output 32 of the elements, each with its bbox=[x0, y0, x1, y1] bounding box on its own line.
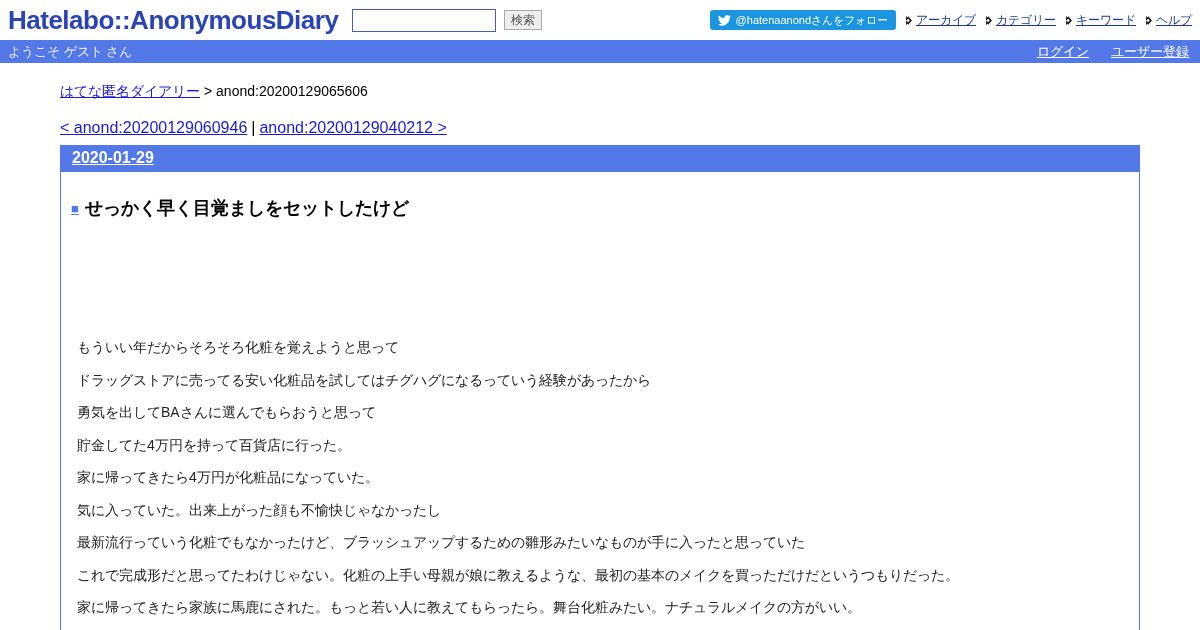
search-field[interactable] bbox=[352, 8, 497, 32]
account-link[interactable]: ユーザー登録 bbox=[1111, 42, 1189, 61]
breadcrumb-current: > anond:20200129065606 bbox=[204, 83, 368, 101]
date-link[interactable]: 2020-01-29 bbox=[72, 149, 154, 166]
chevron-icon bbox=[986, 15, 992, 25]
nav-link[interactable]: カテゴリー bbox=[996, 11, 1056, 29]
site-logo[interactable]: Hatelabo::AnonymousDiary bbox=[8, 4, 339, 36]
entry-paragraph: 勇気を出してBAさんに選んでもらおうと思って bbox=[77, 403, 377, 422]
entry-paragraph: 貯金してた4万円を持って百貨店に行った。 bbox=[77, 435, 352, 454]
chevron-icon bbox=[906, 15, 912, 25]
nav-link[interactable]: アーカイブ bbox=[916, 11, 976, 29]
entry-paragraph: もういい年だからそろそろ化粧を覚えようと思って bbox=[77, 338, 400, 357]
entry-paragraph: 最新流行っていう化粧でもなかったけど、ブラッシュアップするための雛形みたいなものが手に入ったと思っていた bbox=[77, 533, 806, 552]
account-link[interactable]: ログイン bbox=[1037, 42, 1089, 61]
breadcrumb-link[interactable]: はてな匿名ダイアリー bbox=[60, 83, 200, 101]
entry-paragraph: 家に帰ってきたら家族に馬鹿にされた。もっと若い人に教えてもらったら。舞台化粧みたい。ナチュラルメイクの方がいい。 bbox=[77, 598, 862, 617]
next-entry-link[interactable]: anond:20200129040212 > bbox=[259, 119, 447, 137]
entry-paragraph: ドラッグストアに売ってる安い化粧品を試してはチグハグになるっていう経験があったから bbox=[77, 370, 652, 389]
welcome-text: ようこそ ゲスト さん bbox=[8, 42, 133, 61]
pager-separator: | bbox=[251, 119, 256, 137]
nav-link[interactable]: キーワード bbox=[1076, 11, 1136, 29]
chevron-icon bbox=[1146, 15, 1152, 25]
entry-paragraph: 家に帰ってきたら4万円が化粧品になっていた。 bbox=[77, 468, 380, 487]
entry-title: せっかく早く目覚ましをセットしたけど bbox=[84, 197, 409, 220]
bird-icon bbox=[717, 14, 731, 26]
entry-paragraph: 気に入っていた。出来上がった顔も不愉快じゃなかったし bbox=[77, 500, 442, 519]
search-button[interactable]: 検索 bbox=[504, 10, 543, 30]
previous-entry-link[interactable]: < anond:20200129060946 bbox=[60, 119, 248, 137]
entry-permalink[interactable]: ■ bbox=[71, 200, 79, 216]
entry-paragraph: これで完成形だと思ってたわけじゃない。化粧の上手い母親が娘に教えるような、最初の基本のメイクを買っただけだというつもりだった。 bbox=[77, 565, 960, 584]
chevron-icon bbox=[1066, 15, 1072, 25]
nav-link[interactable]: ヘルプ bbox=[1156, 11, 1192, 29]
